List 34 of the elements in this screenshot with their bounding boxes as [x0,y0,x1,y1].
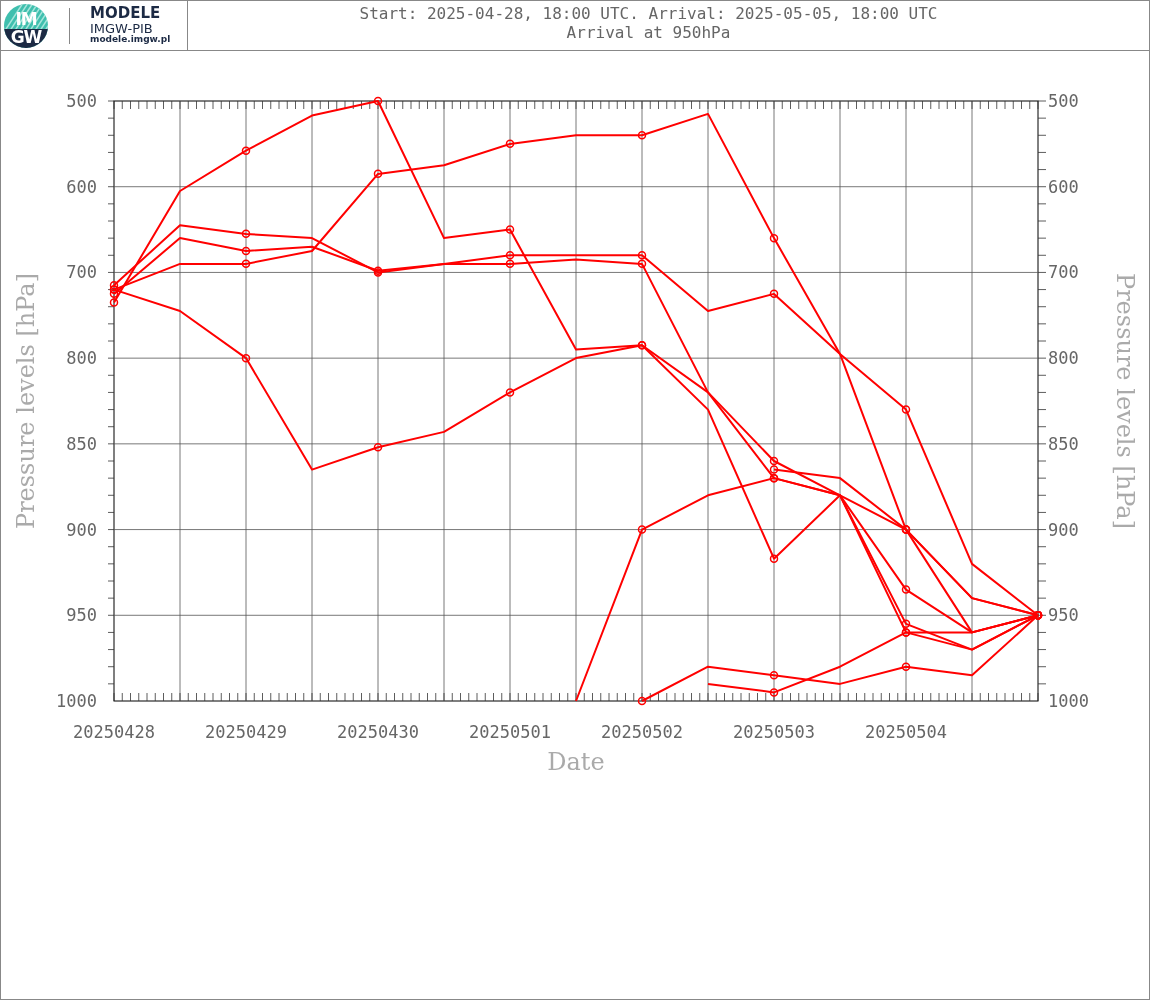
x-tick-label: 20250503 [733,722,815,742]
logo-icon [3,2,49,49]
brand-name: MODELE [90,6,162,22]
logo-text: GW [9,28,43,46]
y-axis-title: Pressure levels [hPa] [1111,273,1139,529]
y-tick-label: 950 [1048,605,1079,626]
y-tick-label: 700 [66,262,97,283]
x-axis-title: Date [547,748,605,776]
x-tick-label: 20250429 [205,722,287,742]
x-tick-label: 20250428 [73,722,155,742]
chart-title: Start: 2025-04-28, 18:00 UTC. Arrival: 2025-05-05, 18:00 UTC [358,4,939,23]
y-tick-label: 850 [1048,433,1079,454]
y-tick-label: 1000 [56,691,97,711]
logo-text: IM [14,10,38,28]
y-tick-label: 700 [1048,262,1079,283]
x-tick-label: 20250502 [601,722,683,742]
x-tick-label: 20250501 [469,722,551,742]
y-axis-title: Pressure levels [hPa] [12,273,40,529]
organization-name: IMGW-PIB [90,21,153,36]
y-tick-label: 800 [1048,348,1079,369]
y-tick-label: 600 [1048,176,1079,197]
y-tick-label: 950 [66,605,97,626]
y-tick-label: 900 [1048,519,1079,540]
chart-title: Arrival at 950hPa [565,23,732,42]
website-link[interactable]: modele.imgw.pl [90,35,187,45]
x-tick-label: 20250504 [865,722,947,742]
y-tick-label: 850 [66,433,97,454]
y-tick-label: 900 [66,519,97,540]
y-tick-label: 800 [66,348,97,369]
x-tick-label: 20250430 [337,722,419,742]
y-tick-label: 1000 [1048,691,1089,711]
y-tick-label: 600 [66,176,97,197]
y-tick-label: 500 [1048,91,1079,111]
y-tick-label: 500 [66,91,97,111]
